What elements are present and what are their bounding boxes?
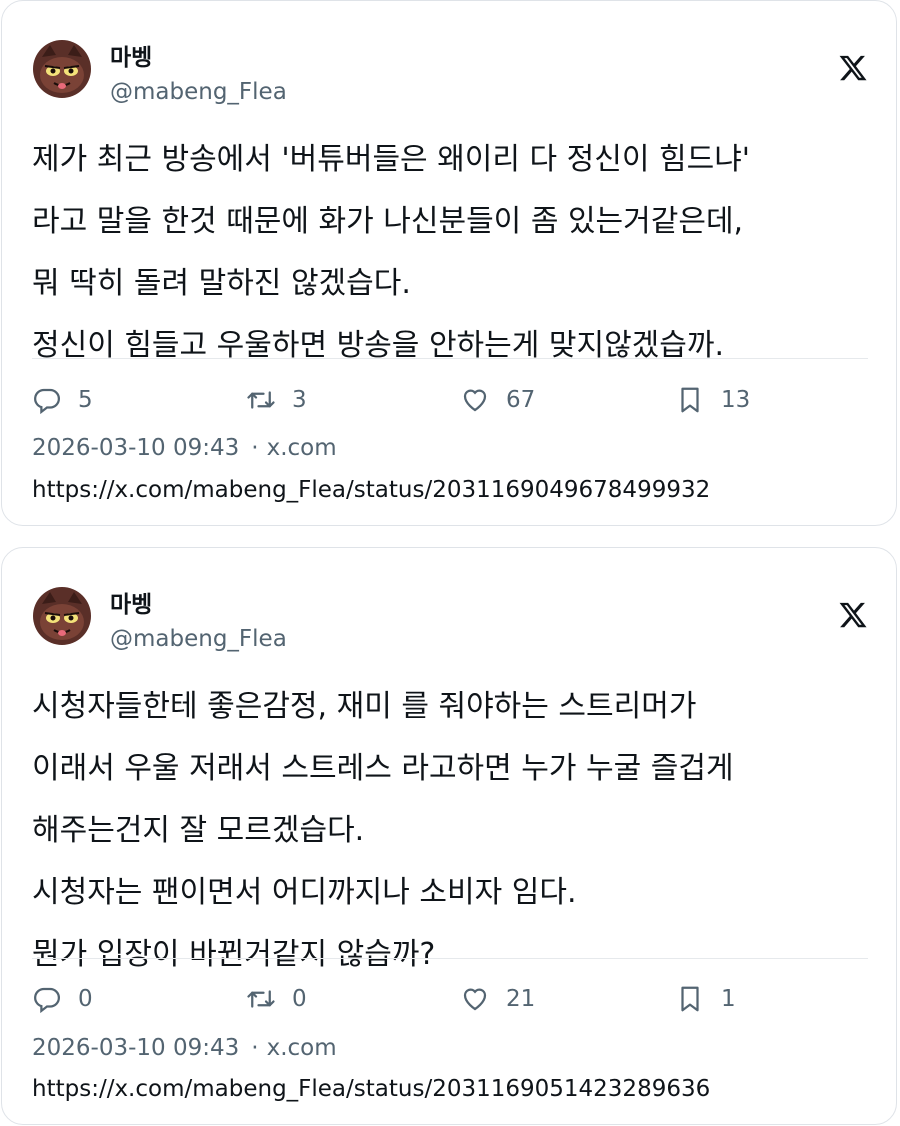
avatar[interactable] [32, 39, 92, 99]
reply-icon [32, 385, 62, 415]
bookmark-count: 1 [721, 986, 736, 1012]
divider [32, 958, 868, 959]
x-logo-icon[interactable] [838, 53, 868, 83]
timestamp[interactable]: 2026-03-10 09:43 [32, 1035, 239, 1061]
author-handle[interactable]: @mabeng_Flea [110, 79, 287, 105]
divider [32, 358, 868, 359]
x-logo-icon[interactable] [838, 600, 868, 630]
bookmark-button[interactable]: 1 [675, 981, 736, 1017]
reply-icon [32, 984, 62, 1014]
tweet-card[interactable]: 마벵 @mabeng_Flea 시청자들한테 좋은감정, 재미 를 줘야하는 스… [1, 547, 897, 1125]
reply-button[interactable]: 0 [32, 981, 93, 1017]
repost-count: 3 [292, 387, 307, 413]
tweet-text-line: 이래서 우울 저래서 스트레스 라고하면 누가 누굴 즐겁게 [32, 751, 734, 786]
bookmark-icon [675, 984, 705, 1014]
tweet-text-line: 뭐 딱히 돌려 말하진 않겠습다. [32, 266, 411, 301]
tweet-text-line: 라고 말을 한것 때문에 화가 나신분들이 좀 있는거같은데, [32, 204, 744, 239]
author-name[interactable]: 마벵 [110, 38, 152, 72]
tweet-text-line: 정신이 힘들고 우울하면 방송을 안하는게 맞지않겠습까. [32, 328, 725, 363]
tweet-card[interactable]: 마벵 @mabeng_Flea 제가 최근 방송에서 '버튜버들은 왜이리 다 … [1, 0, 897, 526]
repost-icon [246, 984, 276, 1014]
repost-count: 0 [292, 986, 307, 1012]
author-handle[interactable]: @mabeng_Flea [110, 626, 287, 652]
action-bar: 0 0 21 1 [32, 981, 868, 1017]
separator-dot: · [251, 1035, 259, 1061]
like-button[interactable]: 67 [460, 382, 535, 418]
reply-count: 0 [78, 986, 93, 1012]
bookmark-icon [675, 385, 705, 415]
like-count: 21 [506, 986, 536, 1012]
source-domain: x.com [266, 435, 337, 461]
tweet-text-line: 뭔가 입장이 바뀐거같지 않습까? [32, 937, 436, 972]
reply-count: 5 [78, 387, 93, 413]
tweet-text-line: 시청자는 팬이면서 어디까지나 소비자 임다. [32, 875, 577, 910]
separator-dot: · [251, 435, 259, 461]
like-button[interactable]: 21 [460, 981, 535, 1017]
tweet-meta: 2026-03-10 09:43 · x.com [32, 1035, 337, 1061]
source-domain: x.com [266, 1035, 337, 1061]
action-bar: 5 3 67 13 [32, 382, 868, 418]
like-count: 67 [506, 387, 536, 413]
tweet-url[interactable]: https://x.com/mabeng_Flea/status/2031169… [32, 1076, 710, 1102]
bookmark-button[interactable]: 13 [675, 382, 750, 418]
bookmark-count: 13 [721, 387, 751, 413]
timestamp[interactable]: 2026-03-10 09:43 [32, 435, 239, 461]
repost-button[interactable]: 0 [246, 981, 307, 1017]
avatar[interactable] [32, 586, 92, 646]
author-name[interactable]: 마벵 [110, 585, 152, 619]
tweet-text-line: 해주는건지 잘 모르겠습다. [32, 813, 365, 848]
heart-icon [460, 385, 490, 415]
repost-button[interactable]: 3 [246, 382, 307, 418]
tweet-text-line: 제가 최근 방송에서 '버튜버들은 왜이리 다 정신이 힘드냐' [32, 142, 751, 177]
tweet-text-line: 시청자들한테 좋은감정, 재미 를 줘야하는 스트리머가 [32, 689, 697, 724]
repost-icon [246, 385, 276, 415]
tweet-text: 시청자들한테 좋은감정, 재미 를 줘야하는 스트리머가 이래서 우울 저래서 … [32, 676, 882, 986]
reply-button[interactable]: 5 [32, 382, 93, 418]
tweet-meta: 2026-03-10 09:43 · x.com [32, 435, 337, 461]
tweet-text: 제가 최근 방송에서 '버튜버들은 왜이리 다 정신이 힘드냐' 라고 말을 한… [32, 129, 882, 377]
heart-icon [460, 984, 490, 1014]
tweet-url[interactable]: https://x.com/mabeng_Flea/status/2031169… [32, 477, 710, 503]
